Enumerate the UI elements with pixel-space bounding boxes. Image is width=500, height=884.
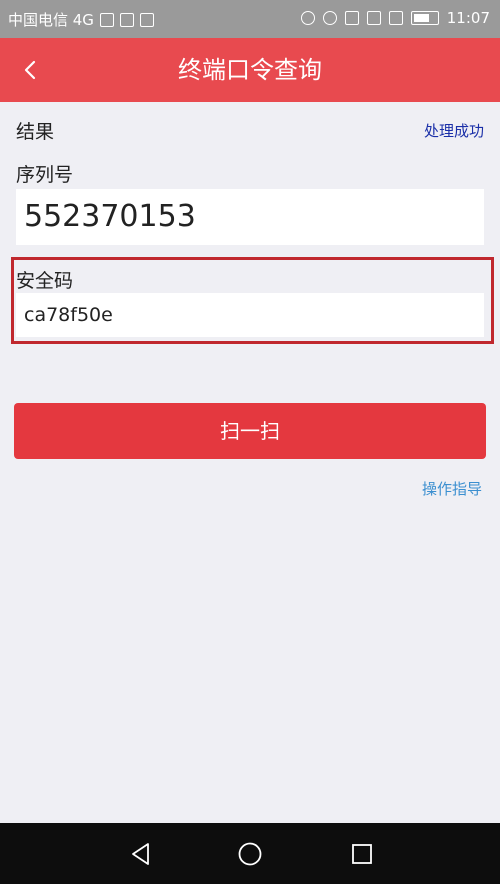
status-right: 11:07 xyxy=(300,9,490,27)
serial-number-label: 序列号 xyxy=(16,164,74,186)
result-status: 处理成功 xyxy=(423,122,484,140)
navigation-bar xyxy=(0,823,500,884)
operation-guide-link[interactable]: 操作指导 xyxy=(422,478,482,499)
signal-icon-2 xyxy=(388,11,403,25)
clock: 11:07 xyxy=(446,9,490,27)
status-left: 中国电信 4G xyxy=(8,9,154,30)
result-label: 结果 xyxy=(16,121,55,143)
warning-icon xyxy=(119,12,134,27)
battery-icon xyxy=(410,11,439,25)
alarm-icon xyxy=(322,11,337,25)
signal-icon xyxy=(366,11,381,25)
security-code-field[interactable]: ca78f50e xyxy=(16,293,484,337)
wifi-icon xyxy=(344,11,359,25)
page-title: 终端口令查询 xyxy=(178,56,322,84)
status-bar: 中国电信 4G 11:07 xyxy=(0,0,500,38)
scan-button[interactable]: 扫一扫 xyxy=(14,403,486,459)
back-arrow-icon[interactable] xyxy=(14,50,50,90)
nav-home-icon[interactable] xyxy=(237,841,263,867)
sd-card-icon xyxy=(139,12,154,27)
app-header: 终端口令查询 xyxy=(0,38,500,102)
serial-number-field[interactable]: 552370153 xyxy=(16,189,484,245)
nav-recent-apps-icon[interactable] xyxy=(350,842,374,866)
security-code-label: 安全码 xyxy=(16,270,74,292)
vibrate-icon xyxy=(300,11,315,25)
nav-back-icon[interactable] xyxy=(128,841,154,867)
usb-icon xyxy=(99,12,114,27)
carrier-label: 中国电信 4G xyxy=(8,11,94,29)
